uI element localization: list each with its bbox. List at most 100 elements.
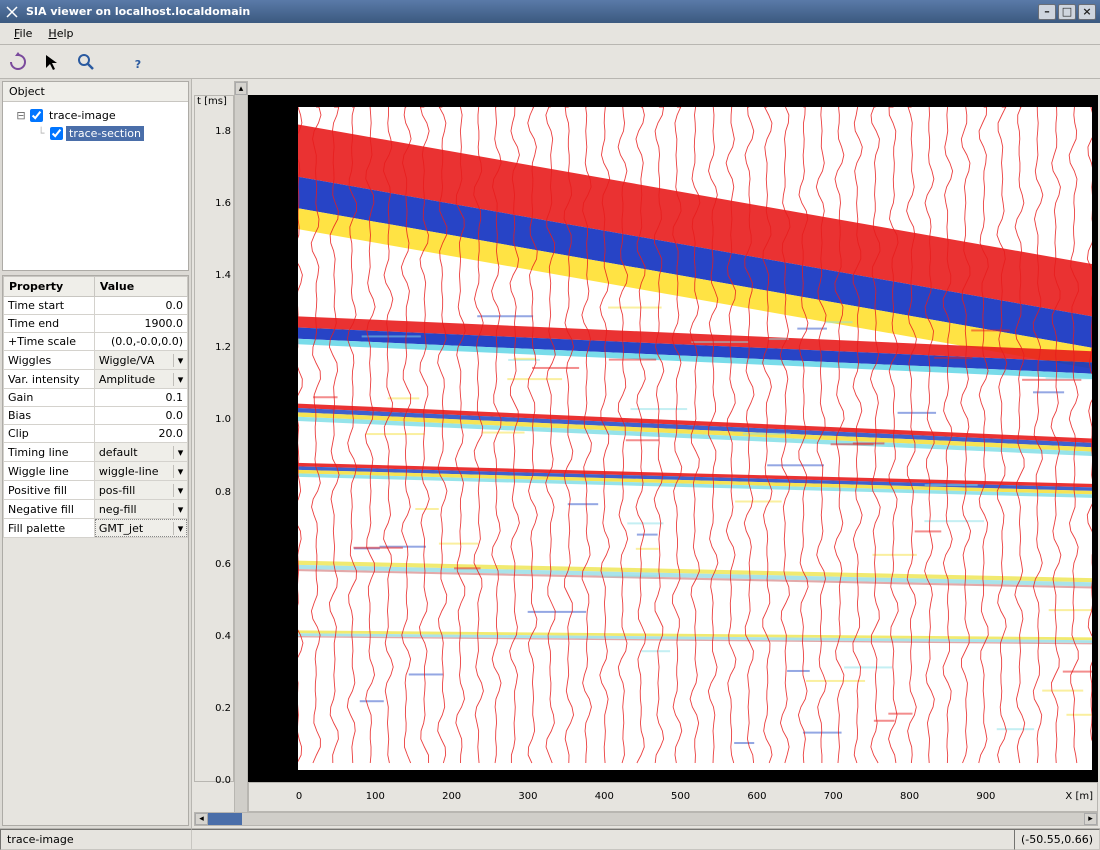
property-row: Wiggle linewiggle-line▾ [4,462,188,481]
x-axis: 0100200300400500600700800900 X [m] [248,782,1098,812]
horizontal-scrollbar[interactable]: ◂ ▸ [194,812,1098,826]
property-value[interactable]: 0.1 [94,389,187,407]
chevron-down-icon[interactable]: ▾ [173,465,187,478]
property-value[interactable]: (0.0,-0.0,0.0) [94,333,187,351]
maximize-button[interactable]: □ [1058,4,1076,20]
y-tick: 1.8 [197,126,231,137]
property-name: Negative fill [4,500,95,519]
property-value[interactable]: Amplitude▾ [94,370,187,389]
chevron-down-icon[interactable]: ▾ [173,373,187,386]
status-object: trace-image [0,829,192,850]
y-axis: t [ms] 1.81.61.41.21.00.80.60.40.20.0 [194,95,234,782]
property-value[interactable]: pos-fill▾ [94,481,187,500]
x-tick: 300 [518,791,537,802]
property-row: Time end1900.0 [4,315,188,333]
plot-pane: ▴ ▾ t [ms] 1.81.61.41.21.00.80.60.40.20.… [192,79,1100,828]
x-tick: 400 [595,791,614,802]
y-tick: 0.0 [197,775,231,786]
property-name: Bias [4,407,95,425]
scroll-up-icon[interactable]: ▴ [235,82,247,95]
toolbar: ? [0,45,1100,79]
chevron-down-icon[interactable]: ▾ [173,484,187,497]
scroll-right-icon[interactable]: ▸ [1084,813,1097,825]
property-header-name: Property [4,277,95,297]
property-value[interactable]: 0.0 [94,297,187,315]
property-row: Positive fillpos-fill▾ [4,481,188,500]
property-row: Time start0.0 [4,297,188,315]
left-pane: Object ⊟ trace-image └ trace-section Pro… [0,79,192,828]
dropdown-value: default [95,446,173,459]
property-row: Clip20.0 [4,425,188,443]
property-value[interactable]: neg-fill▾ [94,500,187,519]
rotate-icon[interactable] [6,50,30,74]
tree-leaf-icon: └ [35,127,47,140]
y-axis-label: t [ms] [197,96,227,107]
tree-expand-icon[interactable]: ⊟ [15,109,27,122]
chevron-down-icon[interactable]: ▾ [173,446,187,459]
y-tick: 0.8 [197,487,231,498]
menu-file[interactable]: File [6,25,40,42]
menu-bar: File Help [0,23,1100,45]
dropdown-value: Amplitude [95,373,173,386]
app-icon [4,4,20,20]
property-name: Var. intensity [4,370,95,389]
property-value[interactable]: Wiggle/VA▾ [94,351,187,370]
chevron-down-icon[interactable]: ▾ [173,354,187,367]
property-value[interactable]: default▾ [94,443,187,462]
object-tree-header: Object [3,82,188,102]
tree-item-trace-section[interactable]: └ trace-section [7,124,184,142]
zoom-icon[interactable] [74,50,98,74]
y-tick: 0.2 [197,703,231,714]
property-name: Clip [4,425,95,443]
property-table: Property Value Time start0.0Time end1900… [3,276,188,538]
scroll-left-icon[interactable]: ◂ [195,813,208,825]
property-value[interactable]: GMT_jet▾ [94,519,187,538]
property-row: Gain0.1 [4,389,188,407]
x-axis-label: X [m] [1065,791,1093,802]
object-tree[interactable]: ⊟ trace-image └ trace-section [3,102,188,270]
property-value[interactable]: 1900.0 [94,315,187,333]
scroll-track[interactable] [208,813,1084,825]
property-name: Gain [4,389,95,407]
scroll-track[interactable] [235,95,247,812]
property-row: Bias0.0 [4,407,188,425]
chevron-down-icon[interactable]: ▾ [173,503,187,516]
x-tick: 700 [824,791,843,802]
y-tick: 0.4 [197,631,231,642]
object-tree-panel: Object ⊟ trace-image └ trace-section [2,81,189,271]
x-tick: 0 [296,791,302,802]
vertical-scrollbar[interactable]: ▴ ▾ [234,81,248,826]
tree-checkbox[interactable] [50,127,63,140]
minimize-button[interactable]: – [1038,4,1056,20]
dropdown-value: pos-fill [95,484,173,497]
scroll-thumb[interactable] [208,813,242,825]
y-tick: 1.6 [197,198,231,209]
property-value[interactable]: wiggle-line▾ [94,462,187,481]
x-tick: 200 [442,791,461,802]
x-tick: 100 [366,791,385,802]
status-spacer [192,829,1014,850]
tree-checkbox[interactable] [30,109,43,122]
chevron-down-icon[interactable]: ▾ [173,522,187,535]
seismic-canvas[interactable] [248,95,1098,782]
help-icon[interactable]: ? [126,50,150,74]
x-tick: 800 [900,791,919,802]
window-titlebar: SIA viewer on localhost.localdomain – □ … [0,0,1100,23]
property-row: Negative fillneg-fill▾ [4,500,188,519]
y-tick: 1.0 [197,414,231,425]
close-button[interactable]: × [1078,4,1096,20]
pointer-icon[interactable] [40,50,64,74]
property-name: Fill palette [4,519,95,538]
dropdown-value: Wiggle/VA [95,354,173,367]
property-name: Wiggles [4,351,95,370]
property-name: Time end [4,315,95,333]
property-name: Time start [4,297,95,315]
property-row: WigglesWiggle/VA▾ [4,351,188,370]
window-title: SIA viewer on localhost.localdomain [26,5,1036,18]
property-value[interactable]: 0.0 [94,407,187,425]
tree-item-trace-image[interactable]: ⊟ trace-image [7,106,184,124]
property-value[interactable]: 20.0 [94,425,187,443]
menu-help[interactable]: Help [40,25,81,42]
svg-text:?: ? [135,58,141,71]
property-name: +Time scale [4,333,95,351]
